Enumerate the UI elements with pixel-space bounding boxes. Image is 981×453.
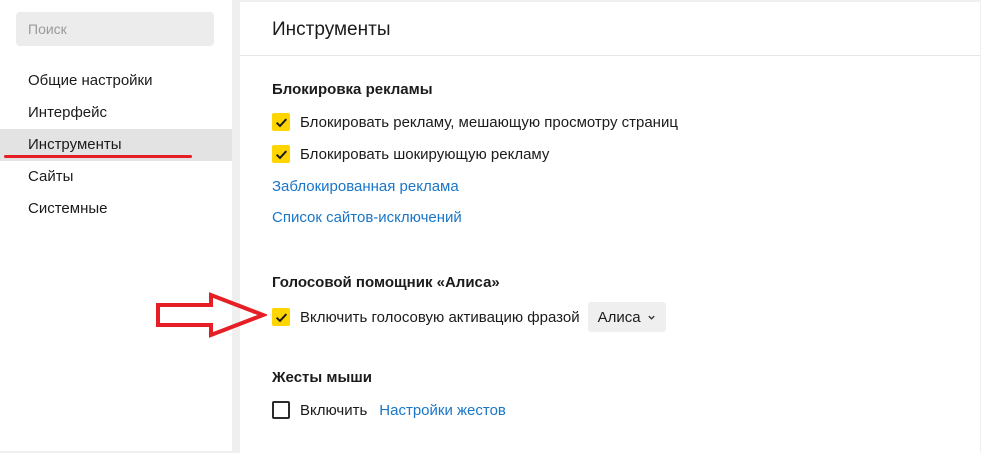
annotation-arrow-icon xyxy=(156,292,267,338)
checkmark-icon xyxy=(275,312,287,322)
annotation-underline xyxy=(4,155,192,158)
option-label: Включить xyxy=(300,401,368,419)
option-label: Блокировать рекламу, мешающую просмотру … xyxy=(300,113,678,131)
checkmark-icon xyxy=(275,117,287,127)
checkbox-block-shocking-ads[interactable] xyxy=(272,145,290,163)
sidebar: Общие настройки Интерфейс Инструменты Са… xyxy=(0,0,232,451)
blocked-ads-link[interactable]: Заблокированная реклама xyxy=(272,178,459,195)
sidebar-item-interface[interactable]: Интерфейс xyxy=(0,97,232,129)
checkbox-enable-gestures[interactable] xyxy=(272,401,290,419)
checkbox-block-intrusive-ads[interactable] xyxy=(272,113,290,131)
activation-phrase-select[interactable]: Алиса xyxy=(587,302,666,332)
sidebar-item-sites[interactable]: Сайты xyxy=(0,161,232,193)
page-title: Инструменты xyxy=(240,2,980,56)
select-value: Алиса xyxy=(597,308,641,326)
ad-block-option-intrusive[interactable]: Блокировать рекламу, мешающую просмотру … xyxy=(272,111,678,133)
gestures-section-title: Жесты мыши xyxy=(272,369,372,386)
checkmark-icon xyxy=(275,149,287,159)
sidebar-nav: Общие настройки Интерфейс Инструменты Са… xyxy=(0,65,232,225)
gestures-option-row[interactable]: Включить Настройки жестов xyxy=(272,399,506,421)
exceptions-row: Список сайтов-исключений xyxy=(272,206,462,228)
ad-block-option-shocking[interactable]: Блокировать шокирующую рекламу xyxy=(272,143,549,165)
ad-block-section-title: Блокировка рекламы xyxy=(272,81,433,98)
chevron-down-icon xyxy=(647,315,655,320)
option-label: Блокировать шокирующую рекламу xyxy=(300,145,550,163)
alice-section-title: Голосовой помощник «Алиса» xyxy=(272,274,500,291)
option-label: Включить голосовую активацию фразой xyxy=(300,308,580,326)
checkbox-voice-activation[interactable] xyxy=(272,308,290,326)
alice-voice-activation-row[interactable]: Включить голосовую активацию фразой Алис… xyxy=(272,302,666,332)
blocked-ads-row: Заблокированная реклама xyxy=(272,175,459,197)
gesture-settings-link[interactable]: Настройки жестов xyxy=(379,402,506,419)
sidebar-item-system[interactable]: Системные xyxy=(0,193,232,225)
settings-panel: Инструменты Блокировка рекламы Блокирова… xyxy=(240,2,980,453)
search-input[interactable] xyxy=(16,12,214,46)
sidebar-item-general[interactable]: Общие настройки xyxy=(0,65,232,97)
site-exceptions-link[interactable]: Список сайтов-исключений xyxy=(272,209,462,226)
